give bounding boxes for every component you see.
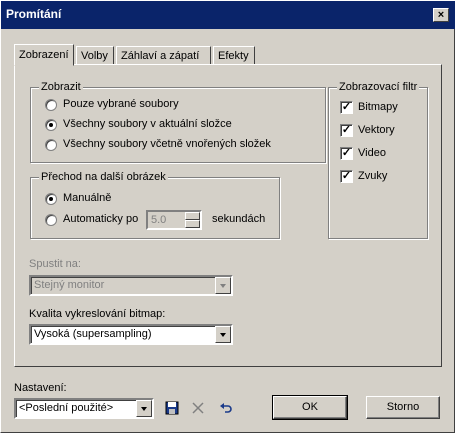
checkbox-sounds-label[interactable]: Zvuky [358, 170, 387, 182]
quality-select-value: Vysoká (supersampling) [34, 328, 152, 340]
launch-label: Spustit na: [29, 258, 81, 270]
launch-select-value: Stejný monitor [34, 279, 105, 291]
settings-select-value: <Poslední použité> [19, 402, 114, 414]
seconds-value: 5.0 [151, 214, 167, 226]
delete-settings-button[interactable] [188, 398, 208, 418]
radio-nested-folders[interactable] [45, 139, 57, 151]
undo-settings-button[interactable] [216, 398, 236, 418]
filter-group-legend: Zobrazovací filtr [337, 81, 420, 93]
tab-zahlavi-a-zapati[interactable]: Záhlaví a zápatí [116, 46, 211, 65]
radio-selected-files[interactable] [45, 99, 57, 111]
seconds-unit-label: sekundách [212, 213, 266, 225]
tab-panel: Zobrazit Pouze vybrané soubory Všechny s… [14, 64, 442, 367]
checkbox-bitmaps[interactable]: ✓ [340, 101, 353, 114]
radio-manual[interactable] [45, 193, 57, 205]
checkbox-video-label[interactable]: Video [358, 147, 386, 159]
titlebar: Promítání × [0, 0, 455, 29]
settings-label: Nastavení: [14, 382, 67, 394]
chevron-down-icon [141, 407, 147, 411]
radio-manual-label[interactable]: Manuálně [63, 192, 111, 204]
tab-zobrazeni[interactable]: Zobrazení [14, 44, 74, 66]
save-icon [165, 401, 179, 415]
checkbox-vectors-label[interactable]: Vektory [358, 124, 395, 136]
undo-icon [220, 403, 232, 413]
ok-button[interactable]: OK [272, 395, 348, 420]
tab-efekty[interactable]: Efekty [213, 46, 255, 65]
chevron-down-icon [220, 333, 226, 337]
quality-select[interactable]: Vysoká (supersampling) [29, 324, 233, 345]
tab-volby[interactable]: Volby [76, 46, 114, 65]
display-group-legend: Zobrazit [39, 81, 83, 93]
quality-select-button[interactable] [215, 326, 231, 343]
checkbox-sounds[interactable]: ✓ [340, 170, 353, 183]
delete-icon [192, 402, 204, 414]
radio-selected-files-label[interactable]: Pouze vybrané soubory [63, 98, 179, 110]
checkbox-vectors[interactable]: ✓ [340, 124, 353, 137]
radio-automatic[interactable] [45, 214, 57, 226]
cancel-button[interactable]: Storno [366, 396, 440, 419]
radio-nested-folders-label[interactable]: Všechny soubory včetně vnořených složek [63, 138, 271, 150]
checkbox-video[interactable]: ✓ [340, 147, 353, 160]
quality-label: Kvalita vykreslování bitmap: [29, 308, 166, 320]
launch-select-button[interactable] [215, 277, 231, 294]
window-title: Promítání [6, 7, 62, 21]
radio-automatic-label[interactable]: Automaticky po [63, 213, 138, 225]
spin-down-button[interactable] [185, 220, 200, 228]
settings-select-button[interactable] [136, 400, 152, 417]
close-icon: × [437, 9, 445, 21]
save-settings-button[interactable] [162, 398, 182, 418]
seconds-stepper[interactable]: 5.0 [146, 210, 202, 230]
close-button[interactable]: × [433, 8, 449, 22]
chevron-down-icon [220, 284, 226, 288]
spin-up-button[interactable] [185, 212, 200, 220]
checkbox-bitmaps-label[interactable]: Bitmapy [358, 101, 398, 113]
settings-select[interactable]: <Poslední použité> [14, 398, 154, 419]
radio-current-folder[interactable] [45, 119, 57, 131]
launch-select[interactable]: Stejný monitor [29, 275, 233, 296]
transition-group-legend: Přechod na další obrázek [39, 171, 168, 183]
radio-current-folder-label[interactable]: Všechny soubory v aktuální složce [63, 118, 232, 130]
